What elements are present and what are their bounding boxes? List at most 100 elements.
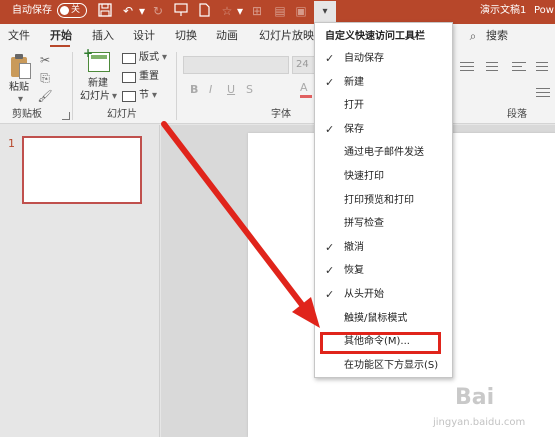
new-slide-dropdown-icon[interactable]: ▾: [112, 91, 117, 103]
text-direction-icon[interactable]: [536, 60, 550, 74]
menu-item-label: 保存: [344, 124, 364, 135]
redo-icon[interactable]: ↻: [150, 3, 166, 19]
slide-layout-icon[interactable]: ⊞: [249, 3, 265, 19]
numbering-icon[interactable]: [486, 60, 500, 74]
format-painter-icon[interactable]: 🖌: [37, 88, 53, 104]
align-icon[interactable]: [536, 86, 550, 100]
paste-dropdown-icon[interactable]: ▾: [18, 94, 23, 106]
check-icon: ✓: [325, 288, 335, 301]
italic-button[interactable]: I: [209, 83, 212, 97]
font-group-label: 字体: [271, 109, 291, 120]
check-icon: ✓: [325, 241, 335, 254]
autosave-label: 自动保存: [12, 5, 52, 16]
toggle-knob: [60, 6, 69, 15]
annotation-highlight-box: [320, 332, 441, 354]
layout-dropdown-icon[interactable]: ▾: [162, 52, 167, 64]
menu-item[interactable]: 在功能区下方显示(S): [315, 355, 452, 377]
app-name: Pow: [534, 5, 554, 16]
layout-label[interactable]: 版式: [139, 52, 159, 64]
save-icon[interactable]: [97, 3, 113, 19]
search-label[interactable]: 搜索: [486, 28, 508, 44]
search-icon[interactable]: ⌕: [465, 28, 481, 44]
customize-qat-menu: 自定义快速访问工具栏 ✓ 自动保存 ✓ 新建 打开 ✓ 保存 通过电子邮件发送 快速打印 打印预览…: [314, 22, 453, 378]
font-size-value: 24: [296, 59, 309, 70]
touch-dropdown-icon[interactable]: ▾: [232, 3, 248, 19]
menu-item-label: 通过电子邮件发送: [344, 147, 424, 158]
menu-item[interactable]: ✓ 保存: [315, 119, 452, 141]
clipboard-sheet: [19, 63, 31, 79]
check-icon: ✓: [325, 52, 335, 65]
shape-icon[interactable]: ▣: [293, 3, 309, 19]
start-from-beginning-icon[interactable]: [173, 3, 189, 19]
paste-label[interactable]: 粘贴: [9, 82, 29, 94]
plus-icon: +: [83, 46, 94, 60]
section-label[interactable]: 节: [139, 90, 149, 102]
menu-item[interactable]: 通过电子邮件发送: [315, 142, 452, 164]
tab-slideshow[interactable]: 幻灯片放映: [259, 28, 314, 44]
paragraph-group-label: 段落: [507, 109, 527, 120]
menu-item[interactable]: ✓ 恢复: [315, 260, 452, 282]
copy-icon[interactable]: ⎘: [37, 70, 53, 86]
line-spacing-icon[interactable]: [512, 60, 526, 74]
check-icon: ✓: [325, 76, 335, 89]
menu-item[interactable]: 打印预览和打印: [315, 190, 452, 212]
menu-item[interactable]: 打开: [315, 95, 452, 117]
menu-item[interactable]: 拼写检查: [315, 213, 452, 235]
title-bar: 自动保存 关 ↶ ▾ ↻ ☆ ▾ ⊞ ▤ ▣ ▾ 演示文稿1 Pow: [0, 0, 555, 24]
autosave-toggle[interactable]: 关: [57, 3, 87, 18]
reset-icon[interactable]: [122, 72, 136, 83]
new-slide-icon[interactable]: +: [83, 47, 110, 72]
menu-item[interactable]: ✓ 撤消: [315, 237, 452, 259]
menu-item-label: 快速打印: [344, 171, 384, 182]
clipboard-clip: [15, 54, 23, 59]
menu-item[interactable]: ✓ 自动保存: [315, 48, 452, 70]
new-slide-label-2[interactable]: 幻灯片: [80, 91, 110, 103]
menu-item-label: 从头开始: [344, 289, 384, 300]
ribbon-tabs: 文件 开始 插入 设计 切换 动画 幻灯片放映 ⌕ 搜索: [0, 24, 555, 48]
menu-item[interactable]: ✓ 从头开始: [315, 284, 452, 306]
new-file-icon[interactable]: [196, 3, 212, 19]
section-icon[interactable]: [122, 91, 136, 102]
tab-transitions[interactable]: 切换: [175, 28, 197, 44]
reset-label[interactable]: 重置: [139, 71, 159, 83]
autosave-state: 关: [71, 5, 81, 15]
slides-group-label: 幻灯片: [107, 109, 137, 120]
watermark-text: jingyan.baidu.com: [433, 417, 526, 428]
layout-icon[interactable]: [122, 53, 136, 64]
menu-item[interactable]: 触摸/鼠标模式: [315, 308, 452, 330]
cut-icon[interactable]: ✂: [37, 52, 53, 68]
font-name-box[interactable]: [183, 56, 289, 74]
shadow-button[interactable]: S: [246, 83, 253, 97]
menu-item[interactable]: 快速打印: [315, 166, 452, 188]
check-icon: ✓: [325, 123, 335, 136]
tab-file[interactable]: 文件: [8, 28, 30, 44]
bullets-icon[interactable]: [460, 60, 474, 74]
menu-item-label: 恢复: [344, 265, 364, 276]
paste-icon[interactable]: [9, 54, 31, 80]
ribbon: 粘贴 ▾ ✂ ⎘ 🖌 剪贴板 + 新建 幻灯片 ▾ 版式 ▾ 重置 节 ▾ 幻灯…: [0, 47, 555, 124]
clipboard-launcher-icon[interactable]: [62, 112, 70, 120]
slides-pane: 1: [0, 125, 160, 437]
text-box-icon[interactable]: ▤: [272, 3, 288, 19]
slide-thumbnail[interactable]: [22, 136, 142, 204]
font-color-button[interactable]: A: [300, 81, 312, 98]
font-color-letter: A: [300, 81, 308, 94]
tab-animations[interactable]: 动画: [216, 28, 238, 44]
bold-button[interactable]: B: [190, 83, 198, 97]
customize-qat-dropdown-icon[interactable]: ▾: [314, 1, 336, 23]
menu-item-label: 新建: [344, 77, 364, 88]
new-slide-label[interactable]: 新建: [88, 78, 108, 90]
slide-title-bar: [91, 55, 107, 59]
undo-dropdown-icon[interactable]: ▾: [134, 3, 150, 19]
check-icon: ✓: [325, 264, 335, 277]
tab-insert[interactable]: 插入: [92, 28, 114, 44]
tab-home[interactable]: 开始: [50, 28, 72, 44]
underline-button[interactable]: U: [227, 83, 235, 97]
menu-item-label: 打印预览和打印: [344, 195, 414, 206]
section-dropdown-icon[interactable]: ▾: [152, 90, 157, 102]
menu-item[interactable]: ✓ 新建: [315, 72, 452, 94]
group-separator: [176, 52, 177, 120]
slide-number: 1: [8, 137, 15, 150]
tab-design[interactable]: 设计: [133, 28, 155, 44]
menu-item-label: 自动保存: [344, 53, 384, 64]
